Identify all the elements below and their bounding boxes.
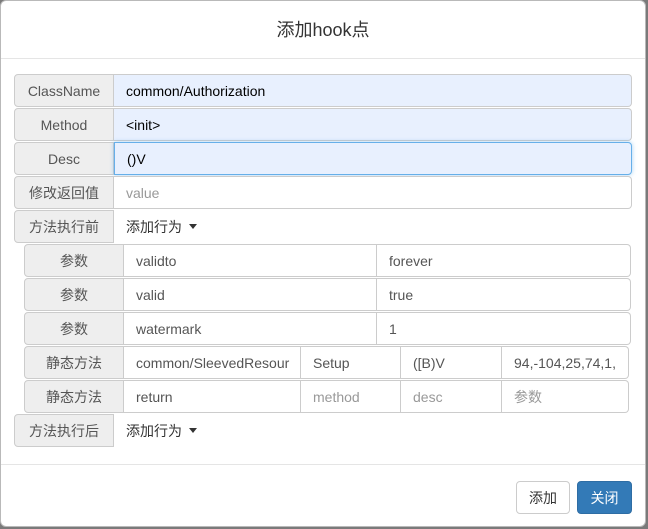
classname-input[interactable]: common/Authorization [114, 74, 632, 107]
before-add-action-dropdown[interactable]: 添加行为 [114, 210, 197, 243]
param-label: 参数 [24, 278, 124, 311]
static-args-input[interactable]: 94,-104,25,74,1, [502, 346, 629, 379]
before-add-action-label: 添加行为 [126, 218, 182, 235]
return-value-label: 修改返回值 [14, 176, 114, 209]
after-row: 方法执行后 添加行为 [14, 414, 197, 447]
after-label: 方法执行后 [14, 414, 114, 447]
desc-label: Desc [14, 142, 114, 175]
before-label: 方法执行前 [14, 210, 114, 243]
param-name-input[interactable]: validto [124, 244, 377, 277]
after-add-action-dropdown[interactable]: 添加行为 [114, 414, 197, 447]
desc-row: Desc ()V [14, 142, 632, 175]
add-button[interactable]: 添加 [516, 481, 570, 514]
add-hook-dialog: 添加hook点 ClassName common/Authorization M… [0, 0, 646, 527]
static-class-input[interactable]: return [124, 380, 301, 413]
param-row: 参数 watermark 1 [24, 312, 631, 345]
close-button[interactable]: 关闭 [577, 481, 632, 514]
param-row: 参数 valid true [24, 278, 631, 311]
caret-down-icon [189, 428, 197, 433]
param-label: 参数 [24, 312, 124, 345]
return-value-row: 修改返回值 value [14, 176, 632, 209]
method-row: Method <init> [14, 108, 632, 141]
static-desc-input[interactable]: ([B)V [401, 346, 502, 379]
param-name-input[interactable]: watermark [124, 312, 377, 345]
static-method-row: 静态方法 return method desc 参数 [24, 380, 629, 413]
static-class-input[interactable]: common/SleevedResour [124, 346, 301, 379]
param-value-input[interactable]: 1 [377, 312, 631, 345]
static-method-label: 静态方法 [24, 380, 124, 413]
modal-header: 添加hook点 [1, 1, 645, 59]
classname-label: ClassName [14, 74, 114, 107]
static-desc-input[interactable]: desc [401, 380, 502, 413]
param-value-input[interactable]: true [377, 278, 631, 311]
method-input[interactable]: <init> [114, 108, 632, 141]
param-row: 参数 validto forever [24, 244, 631, 277]
before-row: 方法执行前 添加行为 [14, 210, 197, 243]
classname-row: ClassName common/Authorization [14, 74, 632, 107]
desc-input[interactable]: ()V [114, 142, 632, 175]
method-label: Method [14, 108, 114, 141]
static-method-row: 静态方法 common/SleevedResour Setup ([B)V 94… [24, 346, 629, 379]
param-name-input[interactable]: valid [124, 278, 377, 311]
static-method-label: 静态方法 [24, 346, 124, 379]
static-args-input[interactable]: 参数 [502, 380, 629, 413]
after-add-action-label: 添加行为 [126, 422, 182, 439]
param-value-input[interactable]: forever [377, 244, 631, 277]
modal-title: 添加hook点 [276, 19, 370, 40]
static-method-input[interactable]: Setup [301, 346, 401, 379]
caret-down-icon [189, 224, 197, 229]
return-value-input[interactable]: value [114, 176, 632, 209]
static-method-input[interactable]: method [301, 380, 401, 413]
modal-footer: 添加 关闭 [1, 464, 645, 526]
modal-body: ClassName common/Authorization Method <i… [1, 59, 645, 464]
param-label: 参数 [24, 244, 124, 277]
